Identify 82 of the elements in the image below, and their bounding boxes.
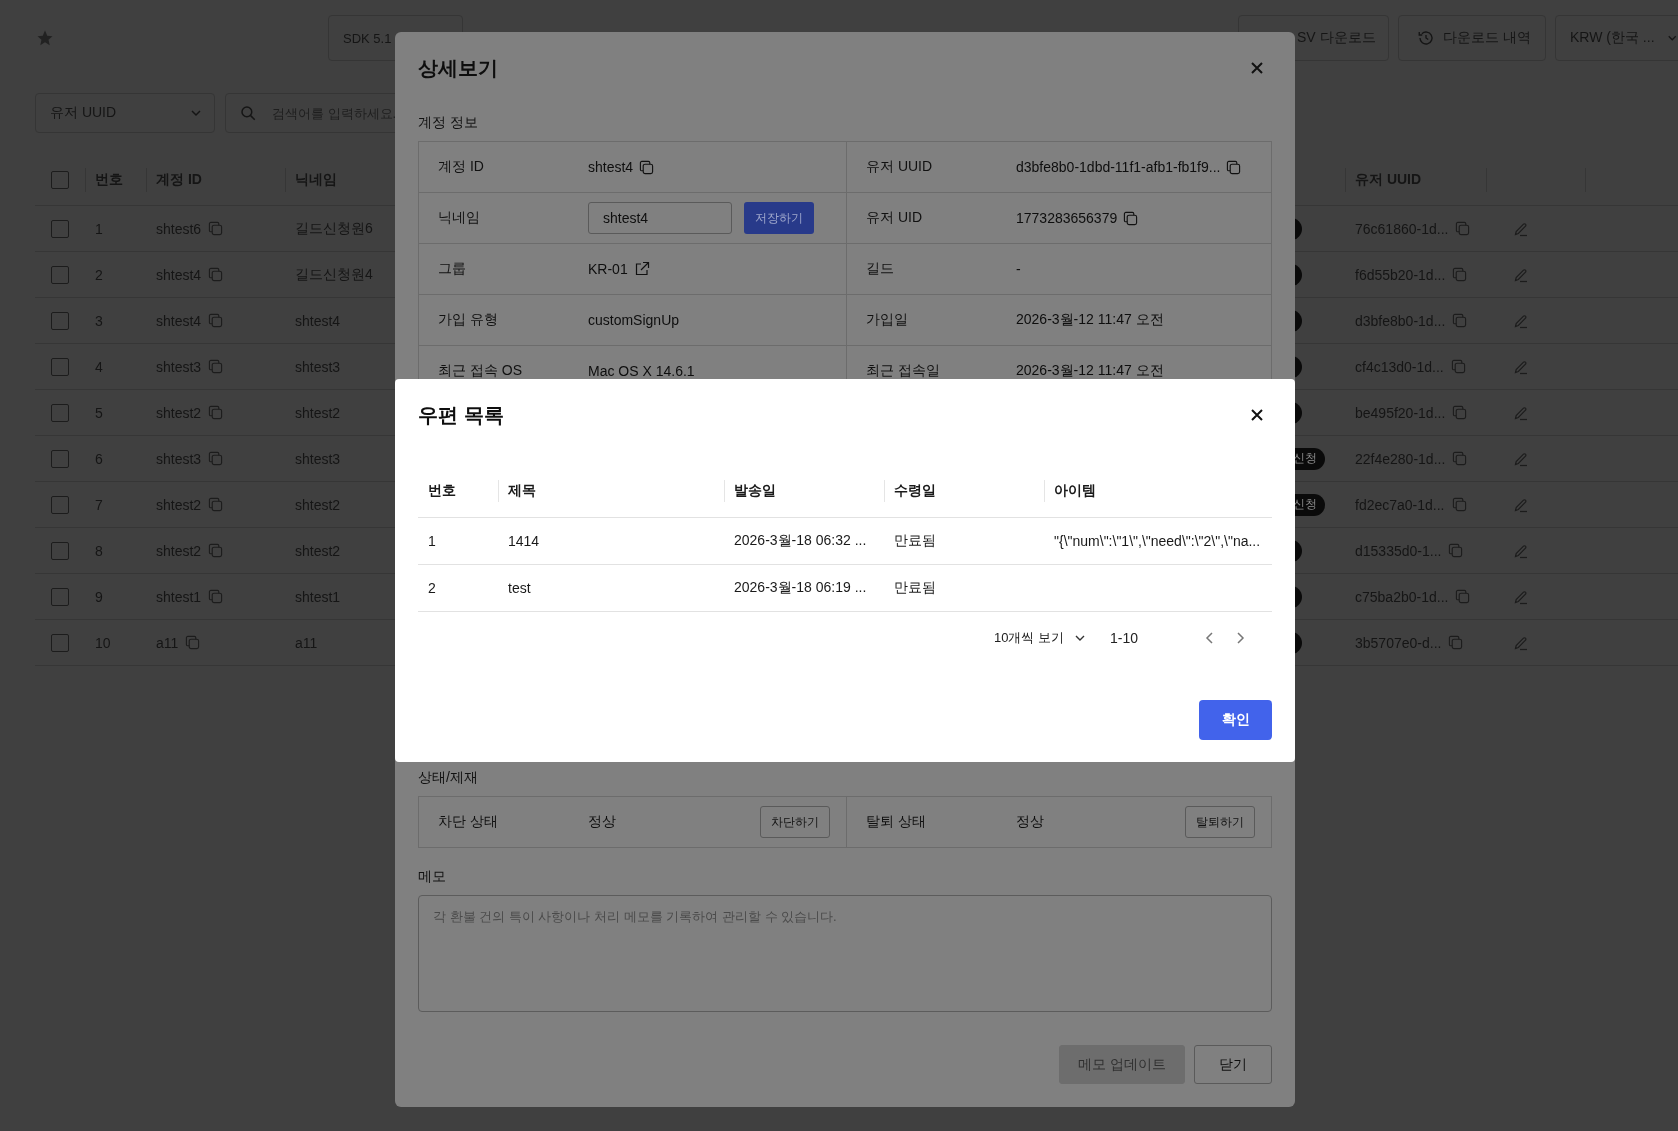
dialog-title: 우편 목록 (418, 402, 504, 428)
section-title: 계정 정보 (418, 113, 479, 132)
field-value: shtest4 (588, 159, 634, 175)
checkbox[interactable] (51, 633, 69, 652)
edit-icon[interactable] (1513, 220, 1529, 237)
next-page-icon[interactable] (1234, 631, 1246, 645)
nickname-field[interactable]: shtest4 (588, 202, 732, 234)
field-label: 닉네임 (437, 209, 481, 227)
checkbox[interactable] (51, 357, 69, 376)
checkbox[interactable] (51, 541, 69, 560)
edit-icon[interactable] (1513, 404, 1529, 421)
edit-icon[interactable] (1513, 496, 1529, 513)
action-button[interactable]: 탈퇴하기 (1185, 806, 1255, 838)
star-icon[interactable] (36, 29, 54, 47)
copy-icon[interactable] (1226, 159, 1242, 175)
field-label: 최근 접속 OS (437, 362, 523, 380)
field-value: Mac OS X 14.6.1 (588, 363, 695, 379)
field-label: 가입 유형 (437, 311, 499, 329)
field-label: 차단 상태 (437, 813, 499, 831)
table-cell: 2 (428, 580, 436, 596)
field-label: 그룹 (437, 260, 467, 278)
table-cell: 1414 (508, 533, 540, 549)
checkbox[interactable] (51, 449, 69, 468)
page-range: 1-10 (1109, 630, 1140, 646)
edit-icon[interactable] (1513, 358, 1529, 375)
edit-icon[interactable] (1513, 450, 1529, 467)
field-value: KR-01 (588, 261, 628, 277)
edit-icon[interactable] (1513, 588, 1529, 605)
field-value: customSignUp (588, 312, 680, 328)
checkbox[interactable] (51, 495, 69, 514)
search-icon (239, 104, 257, 122)
edit-icon[interactable] (1513, 634, 1529, 651)
field-value: - (1016, 261, 1021, 277)
table-cell: 1 (428, 533, 436, 549)
checkbox[interactable] (51, 311, 69, 330)
field-value: 2026-3월-12 11:47 오전 (1016, 362, 1164, 380)
table-cell: 2026-3월-18 06:32 ... (734, 532, 867, 550)
field-label: 탈퇴 상태 (865, 813, 927, 831)
table-cell: 만료됨 (894, 532, 936, 550)
column-header: 제목 (508, 482, 536, 500)
checkbox[interactable] (51, 403, 69, 422)
section-title: 메모 (418, 867, 447, 886)
checkbox[interactable] (51, 219, 69, 238)
field-label: 가입일 (865, 311, 909, 329)
field-value: 1773283656379 (1016, 210, 1118, 226)
field-label: 최근 접속일 (865, 362, 941, 380)
checkbox[interactable] (51, 265, 69, 284)
field-label: 유저 UID (865, 209, 923, 227)
edit-icon[interactable] (1513, 542, 1529, 559)
checkbox[interactable] (51, 171, 69, 189)
field-label: 길드 (865, 260, 895, 278)
checkbox[interactable] (51, 587, 69, 606)
dialog-title: 상세보기 (418, 55, 498, 81)
save-button[interactable]: 저장하기 (744, 202, 814, 234)
column-header: 아이템 (1054, 482, 1096, 500)
footer-button[interactable]: 닫기 (1194, 1045, 1272, 1084)
previous-page-icon[interactable] (1204, 631, 1216, 645)
column-header: 발송일 (734, 482, 776, 500)
close-icon[interactable] (1250, 408, 1264, 422)
field-value: 2026-3월-12 11:47 오전 (1016, 311, 1164, 329)
copy-icon[interactable] (639, 159, 655, 175)
field-label: 유저 UUID (865, 158, 934, 176)
action-button[interactable]: 차단하기 (760, 806, 830, 838)
field-value: 정상 (1016, 813, 1045, 831)
field-label: 계정 ID (437, 158, 485, 176)
edit-icon[interactable] (1513, 266, 1529, 283)
external-link-icon[interactable] (633, 261, 650, 277)
section-title: 상태/제재 (418, 768, 479, 787)
caret-icon (190, 107, 202, 119)
table-cell: 만료됨 (894, 579, 936, 597)
table-cell: "{\"num\":\"1\",\"need\":\"2\",\"na... (1054, 533, 1261, 549)
column-header: 번호 (428, 482, 456, 500)
column-header: 수령일 (894, 482, 936, 500)
edit-icon[interactable] (1513, 312, 1529, 329)
copy-icon[interactable] (1123, 210, 1139, 226)
table-cell: test (508, 580, 531, 596)
history-icon (1417, 29, 1435, 47)
field-value: d3bfe8b0-1dbd-11f1-afb1-fb1f9... (1016, 159, 1221, 175)
table-cell: 2026-3월-18 06:19 ... (734, 579, 867, 597)
field-value: 정상 (588, 813, 617, 831)
confirm-button[interactable]: 확인 (1199, 700, 1272, 740)
page-size-select[interactable]: 10개씩 보기 (993, 629, 1086, 647)
